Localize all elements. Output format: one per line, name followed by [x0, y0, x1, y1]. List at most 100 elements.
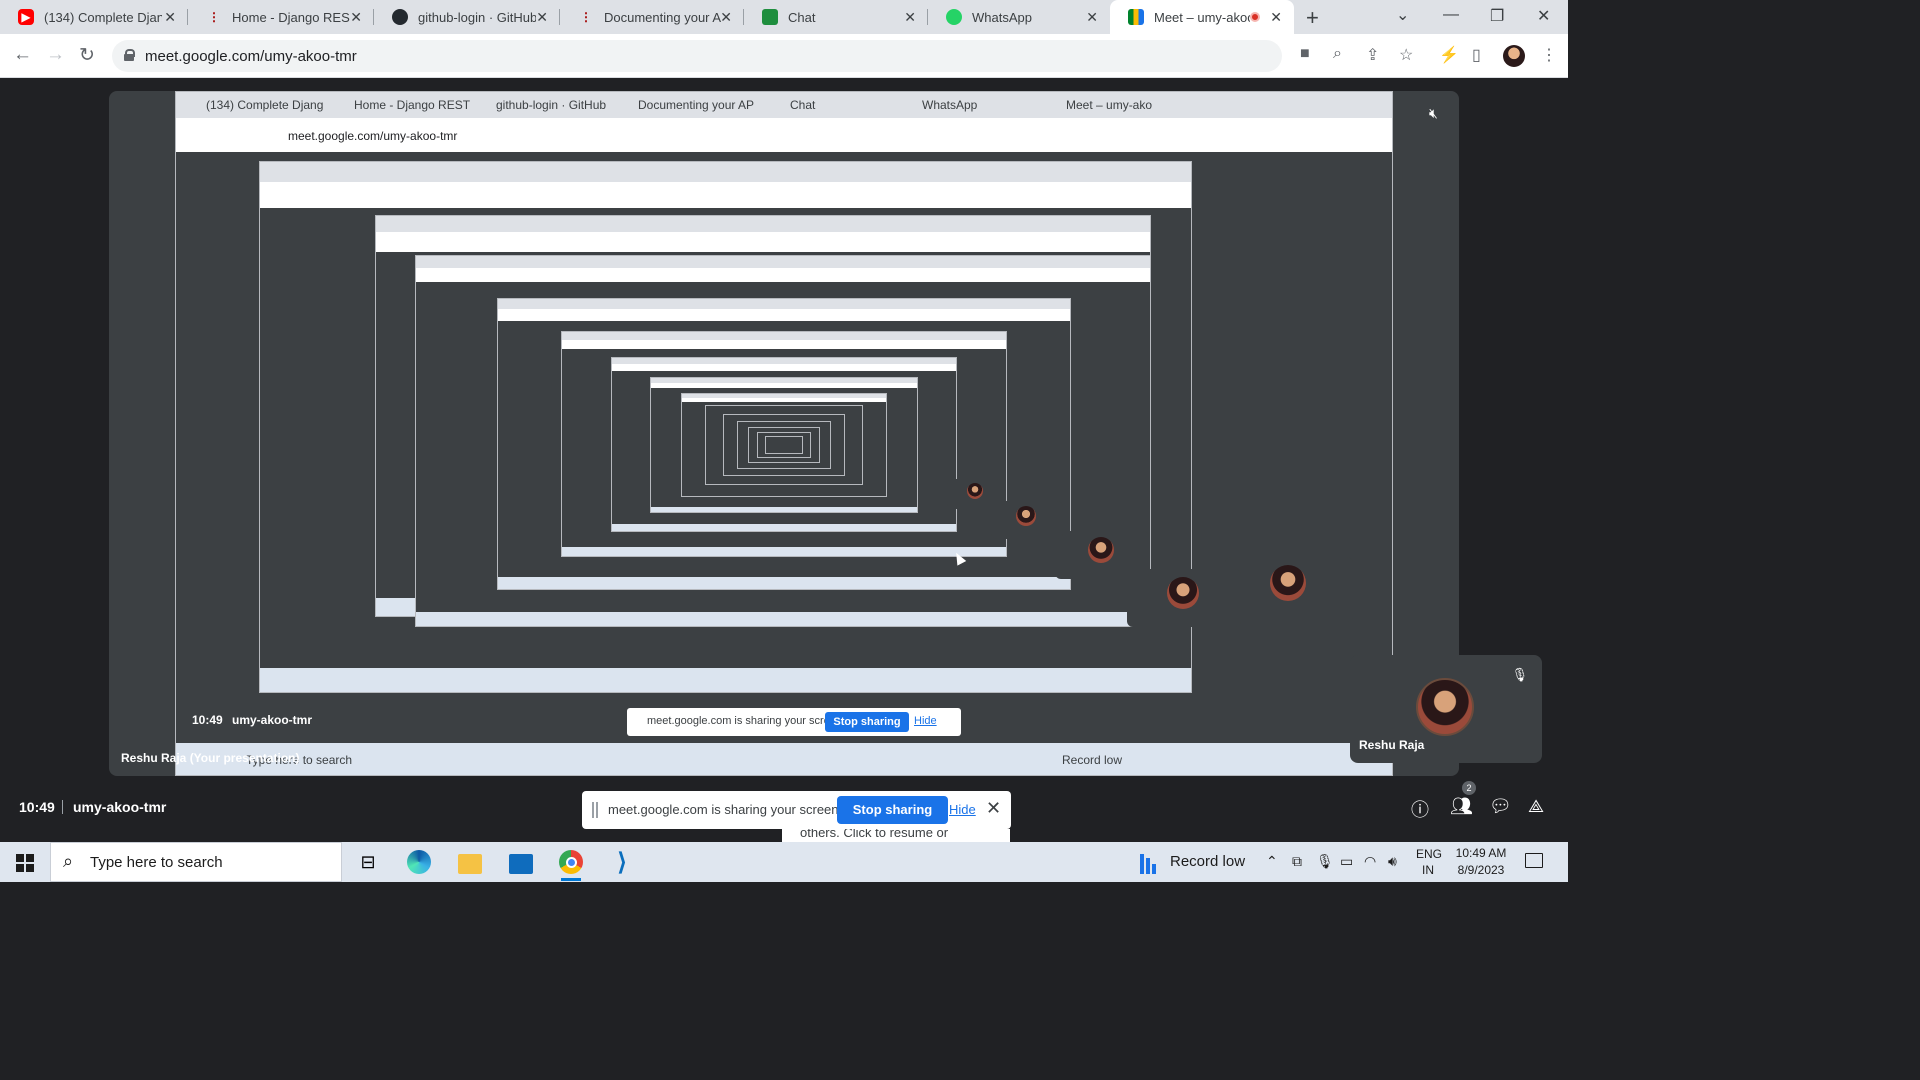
windows-taskbar: ⌕ Type here to search ⊟ ⟩ Record low ⌃ ⧉… [0, 842, 1568, 882]
close-tab-icon[interactable]: ✕ [350, 9, 362, 26]
django-rest-icon: ⋮ [580, 10, 592, 24]
mail-icon[interactable] [507, 848, 535, 876]
taskbar-search-box[interactable]: ⌕ Type here to search [50, 842, 342, 882]
camera-in-use-icon[interactable]: ■ [1300, 45, 1310, 63]
wifi-icon[interactable]: ◠ [1364, 853, 1376, 870]
lang-top: ENG [1416, 847, 1443, 861]
tab-documenting-api[interactable]: ⋮ Documenting your AP ✕ [560, 0, 744, 34]
divider [62, 800, 63, 814]
battery-icon[interactable]: ▭ [1340, 853, 1353, 870]
resume-hint: others. Click to resume or [782, 829, 1010, 842]
tab-title: Chat [788, 9, 816, 25]
more-menu-icon[interactable]: ⋮ [1541, 45, 1557, 65]
input-language[interactable]: ENG IN [1416, 846, 1443, 878]
show-hidden-icons-chevron[interactable]: ⌃ [1266, 853, 1278, 870]
meeting-details-icon[interactable]: ⓘ [1411, 796, 1429, 822]
tab-youtube[interactable]: ▶ (134) Complete Djang ✕ [0, 0, 188, 34]
record-label: Record low [1170, 853, 1246, 870]
nested-tab-title: Documenting your AP [638, 98, 755, 112]
back-icon[interactable]: ← [13, 44, 32, 66]
tab-django-rest[interactable]: ⋮ Home - Django REST ✕ [188, 0, 374, 34]
nested-avatar [1088, 537, 1114, 563]
tab-github[interactable]: github-login · GitHub ✕ [374, 0, 560, 34]
nested-avatar [1270, 565, 1306, 601]
tab-title: github-login · GitHub [418, 9, 536, 25]
clock-time: 10:49 AM [1455, 846, 1507, 860]
vscode-icon[interactable]: ⟩ [608, 848, 636, 876]
reload-icon[interactable]: ↻ [79, 44, 95, 67]
tab-title: Home - Django REST [232, 9, 350, 25]
recording-indicator-icon [1250, 12, 1260, 22]
nested-tab-title: Home - Django REST [354, 98, 471, 112]
hide-notice-link[interactable]: Hide [949, 802, 976, 817]
address-bar[interactable]: meet.google.com/umy-akoo-tmr [112, 40, 1282, 72]
record-level-icon[interactable] [1138, 850, 1160, 874]
nested-meeting-code: umy-akoo-tmr [232, 713, 313, 727]
nested-share-notice: meet.google.com is sharing your screen. … [627, 708, 961, 736]
nested-self-tile [1055, 531, 1149, 579]
lock-icon[interactable] [124, 49, 135, 61]
notifications-icon[interactable] [1525, 853, 1543, 868]
people-icon[interactable]: 👥︎ [1450, 796, 1473, 817]
tab-title: Documenting your AP [604, 9, 722, 25]
nested-stop-sharing: Stop sharing [825, 712, 909, 732]
share-icon[interactable]: ⇪ [1366, 45, 1379, 65]
tab-whatsapp[interactable]: WhatsApp ✕ [928, 0, 1110, 34]
nested-avatar [1016, 506, 1036, 526]
url-text: meet.google.com/umy-akoo-tmr [145, 48, 357, 65]
microphone-icon[interactable]: 🎙︎ [1316, 853, 1334, 870]
chat-icon[interactable]: 💬︎ [1489, 796, 1512, 817]
minimize-icon[interactable]: — [1443, 6, 1459, 24]
whatsapp-icon [946, 9, 962, 25]
system-clock[interactable]: 10:49 AM 8/9/2023 [1452, 845, 1510, 879]
windows-start-icon[interactable] [16, 854, 34, 872]
screen-share-notice: meet.google.com is sharing your screen. … [582, 791, 1011, 829]
close-tab-icon[interactable]: ✕ [1270, 9, 1282, 26]
nested-tab-title: github-login · GitHub [496, 98, 607, 112]
share-notice-text: meet.google.com is sharing your screen. [608, 802, 843, 817]
forward-icon[interactable]: → [46, 44, 65, 66]
nested-share-text: meet.google.com is sharing your screen. [647, 715, 846, 727]
restore-icon[interactable]: ❐ [1490, 6, 1504, 26]
bookmark-star-icon[interactable]: ☆ [1399, 45, 1413, 65]
nested-self-tile [947, 479, 1003, 509]
extensions-icon[interactable]: ⚡ [1439, 45, 1459, 65]
google-meet-icon [1128, 9, 1144, 25]
tab-meet[interactable]: Meet – umy-akoo ✕ [1110, 0, 1294, 34]
chrome-icon[interactable] [557, 848, 585, 881]
nested-screen-15 [765, 436, 803, 454]
close-tab-icon[interactable]: ✕ [536, 9, 548, 26]
edge-icon[interactable] [405, 848, 433, 876]
participant-count-badge: 2 [1462, 781, 1476, 795]
drag-handle-icon[interactable] [592, 802, 598, 818]
nested-tab-title: Meet – umy-ako [1066, 98, 1153, 112]
profile-avatar[interactable] [1503, 45, 1525, 67]
google-chat-icon [762, 9, 778, 25]
nested-self-tile [1225, 557, 1353, 622]
task-view-icon[interactable]: ⊟ [354, 848, 382, 876]
window-close-icon[interactable]: ✕ [1537, 6, 1550, 26]
volume-icon[interactable]: 🔊︎ [1388, 853, 1397, 870]
close-tab-icon[interactable]: ✕ [164, 9, 176, 26]
close-notice-icon[interactable]: ✕ [986, 798, 1001, 819]
self-participant-tile[interactable]: 🎙︎ Reshu Raja [1350, 655, 1542, 763]
lang-bottom: IN [1422, 863, 1434, 877]
clock-date: 8/9/2023 [1457, 863, 1505, 877]
tab-chat[interactable]: Chat ✕ [744, 0, 928, 34]
close-tab-icon[interactable]: ✕ [1086, 9, 1098, 26]
close-tab-icon[interactable]: ✕ [904, 9, 916, 26]
nested-hide-link: Hide [914, 715, 937, 727]
camera-icon[interactable]: ⧉ [1292, 853, 1302, 870]
file-explorer-icon[interactable] [456, 848, 484, 876]
close-tab-icon[interactable]: ✕ [720, 9, 732, 26]
new-tab-button[interactable]: + [1306, 5, 1319, 31]
search-icon: ⌕ [63, 851, 74, 871]
mic-off-icon: 🎙︎ [1511, 667, 1528, 682]
stop-sharing-button[interactable]: Stop sharing [837, 796, 948, 824]
activities-icon[interactable]: ⟁ [1528, 796, 1544, 817]
browser-tab-strip: ▶ (134) Complete Djang ✕ ⋮ Home - Django… [0, 0, 1568, 34]
tab-search-chevron-icon[interactable]: ⌄ [1396, 5, 1409, 25]
resume-hint-text: others. Click to resume or [800, 829, 949, 840]
zoom-icon[interactable]: ⌕ [1333, 45, 1342, 63]
side-panel-icon[interactable]: ▯ [1472, 45, 1481, 65]
